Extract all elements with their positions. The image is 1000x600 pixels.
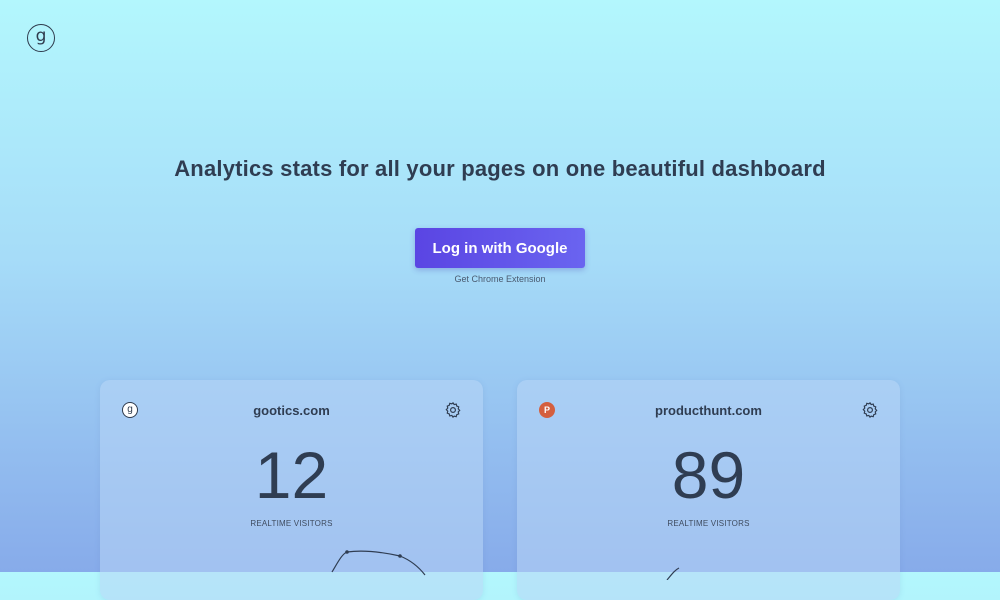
- site-card-producthunt: P producthunt.com 89 REALTIME VISITORS: [517, 380, 900, 600]
- gear-icon[interactable]: [861, 401, 879, 419]
- realtime-visitor-count: 12: [254, 438, 329, 512]
- site-card-gootics: g gootics.com 12 REALTIME VISITORS: [100, 380, 483, 600]
- site-name: gootics.com: [253, 403, 330, 418]
- site-name: producthunt.com: [655, 403, 762, 418]
- trend-point: [398, 554, 402, 558]
- realtime-visitors-label: REALTIME VISITORS: [667, 519, 750, 528]
- page-headline: Analytics stats for all your pages on on…: [174, 156, 826, 181]
- visitor-trend-line: [331, 550, 426, 576]
- gear-icon[interactable]: [444, 401, 462, 419]
- visitor-trend-line: [666, 567, 680, 580]
- realtime-visitors-label: REALTIME VISITORS: [250, 519, 333, 528]
- chrome-extension-link[interactable]: Get Chrome Extension: [0, 274, 1000, 284]
- trend-point: [345, 550, 349, 554]
- login-with-google-button[interactable]: Log in with Google: [415, 228, 585, 268]
- realtime-visitor-count: 89: [671, 438, 746, 512]
- gootics-logo-icon[interactable]: g: [27, 24, 55, 52]
